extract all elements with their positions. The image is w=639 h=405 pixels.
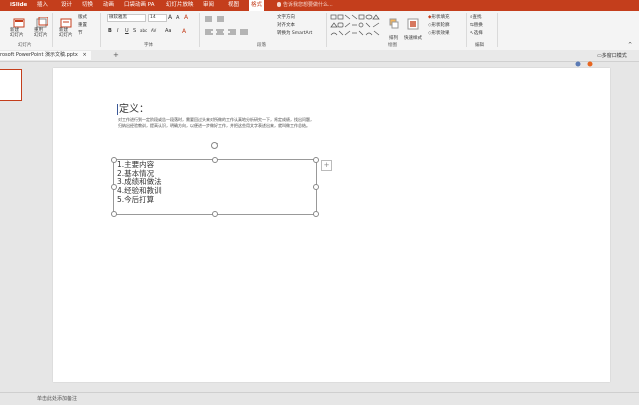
menu-slideshow[interactable]: 幻灯片放映	[166, 0, 194, 11]
char-spacing-button[interactable]: AV	[151, 28, 156, 33]
separator	[199, 13, 200, 47]
document-tab[interactable]: rosoft PowerPoint 演示文稿.pptx ×	[0, 51, 91, 60]
document-tab-bar: rosoft PowerPoint 演示文稿.pptx × + ▭多窗口模式	[0, 50, 639, 67]
change-case-button[interactable]: Aa	[165, 28, 171, 34]
thumbnail-pane	[0, 62, 25, 392]
resize-handle-bottom-left[interactable]	[111, 211, 117, 217]
reset-button[interactable]: 重置	[78, 22, 87, 28]
font-size-select[interactable]: 14	[148, 14, 167, 22]
separator	[52, 13, 53, 47]
font-name-select[interactable]: 微软雅黑	[107, 14, 146, 22]
collapse-ribbon-icon[interactable]: ^	[628, 42, 632, 48]
rotate-handle-icon[interactable]	[210, 141, 219, 150]
notes-bar: 单击此处添加备注	[0, 392, 639, 405]
arrange-icon	[389, 18, 399, 29]
slide-thumbnail[interactable]	[0, 69, 22, 101]
section-button[interactable]: 节	[78, 30, 83, 36]
separator	[497, 13, 498, 47]
resize-handle-bottom-right[interactable]	[313, 211, 319, 217]
layout-button[interactable]: 版式	[78, 14, 87, 20]
record-icon[interactable]	[587, 52, 593, 67]
find-button[interactable]: ⌕查找	[470, 14, 482, 20]
menu-format[interactable]: 格式	[249, 0, 265, 11]
settings-icon[interactable]	[575, 52, 581, 67]
lightbulb-icon	[277, 2, 281, 7]
underline-button[interactable]: U	[125, 28, 129, 34]
resize-handle-right[interactable]	[313, 184, 319, 190]
menu-bar: iSlide 插入 设计 切换 动画 口袋动画 PA 幻灯片放映 审阅 视图 格…	[0, 0, 639, 11]
slide-canvas: 定义： 对工作进行到一定阶段或告一段落时，需要回过头来对所做的工作认真地分析研究…	[53, 68, 610, 382]
clear-format-icon[interactable]: A	[184, 14, 188, 21]
tell-me-search[interactable]: 告诉我您想要做什么...	[277, 0, 333, 11]
new-slide-button[interactable]	[13, 14, 25, 28]
separator	[466, 13, 467, 47]
drawing-group-label: 绘图	[388, 43, 397, 48]
quick-styles-button[interactable]	[407, 15, 419, 30]
ribbon: 新建 幻灯片 重用 幻灯片 幻灯片 新建 幻灯片 版式 重置 节 微软雅黑 14…	[0, 11, 639, 51]
align-text-button[interactable]: 对齐文本	[277, 22, 295, 28]
arrange-label: 排列	[389, 36, 398, 41]
text-direction-button[interactable]: 文字方向	[277, 14, 295, 20]
shape-effects-button[interactable]: ◇形状效果	[428, 30, 449, 36]
shape-fill-button[interactable]: ◆形状填充	[428, 14, 449, 20]
add-tab-icon[interactable]: +	[113, 50, 119, 61]
convert-smartart-button[interactable]: 转换为 SmartArt	[277, 30, 312, 36]
menu-animations[interactable]: 动画	[103, 0, 114, 11]
select-button[interactable]: ↖选择	[470, 30, 483, 36]
slide-title[interactable]: 定义：	[117, 104, 149, 115]
menu-islide[interactable]: iSlide	[10, 0, 27, 11]
resize-handle-top-left[interactable]	[111, 157, 117, 163]
reuse-slide-label: 重用 幻灯片	[34, 28, 48, 38]
reuse-slide-button[interactable]	[36, 14, 49, 28]
multi-window-button[interactable]: ▭多窗口模式	[597, 52, 627, 59]
new-slide-2-button[interactable]	[60, 14, 72, 28]
menu-view[interactable]: 视图	[228, 0, 239, 11]
slide-body-line-2[interactable]: 归纳出经验教训，提高认识，明确方向，以便进一步做好工作，并把这些用文字表述出来，…	[118, 123, 310, 129]
menu-transitions[interactable]: 切换	[82, 0, 93, 11]
editing-group-label: 编辑	[475, 43, 484, 48]
menu-design[interactable]: 设计	[61, 0, 72, 11]
resize-handle-top-right[interactable]	[313, 157, 319, 163]
italic-button[interactable]: I	[117, 28, 118, 34]
arrange-button[interactable]	[389, 15, 399, 29]
quick-styles-label: 快速样式	[404, 36, 422, 41]
notes-placeholder[interactable]: 单击此处添加备注	[37, 395, 77, 402]
close-tab-icon[interactable]: ×	[82, 52, 86, 58]
shape-outline-button[interactable]: ◇形状轮廓	[428, 22, 449, 28]
selected-textbox[interactable]: 1.主要内容 2.基本情况 3.成绩和做法 4.经验和教训 5.今后打算	[113, 159, 317, 215]
quick-styles-icon	[407, 18, 419, 30]
bold-button[interactable]: B	[108, 28, 112, 34]
menu-review[interactable]: 审阅	[203, 0, 214, 11]
font-grow-icon[interactable]: A	[168, 14, 172, 21]
resize-handle-left[interactable]	[111, 184, 117, 190]
new-slide-2-label: 新建 幻灯片	[59, 28, 73, 38]
list-item: 5.今后打算	[117, 194, 155, 204]
shapes-gallery-icon[interactable]	[330, 14, 382, 39]
font-shrink-icon[interactable]: A	[176, 15, 179, 21]
resize-handle-bottom[interactable]	[212, 211, 218, 217]
menu-pocket-animation[interactable]: 口袋动画 PA	[124, 0, 154, 11]
separator	[326, 13, 327, 47]
separator	[100, 13, 101, 47]
font-color-icon[interactable]: A	[182, 28, 186, 35]
font-group-label: 字体	[144, 43, 153, 48]
paragraph-group-label: 段落	[257, 43, 266, 48]
new-slide-label: 新建 幻灯片	[10, 28, 24, 38]
replace-button[interactable]: ⇆替换	[470, 22, 483, 28]
shadow-button[interactable]: abc	[140, 28, 147, 33]
paragraph-controls-icon[interactable]	[203, 15, 275, 37]
resize-handle-top[interactable]	[212, 157, 218, 163]
layout-options-icon[interactable]: +	[321, 160, 332, 171]
slides-group-label: 幻灯片	[18, 43, 32, 48]
strike-button[interactable]: S	[133, 28, 136, 34]
menu-insert[interactable]: 插入	[37, 0, 48, 11]
